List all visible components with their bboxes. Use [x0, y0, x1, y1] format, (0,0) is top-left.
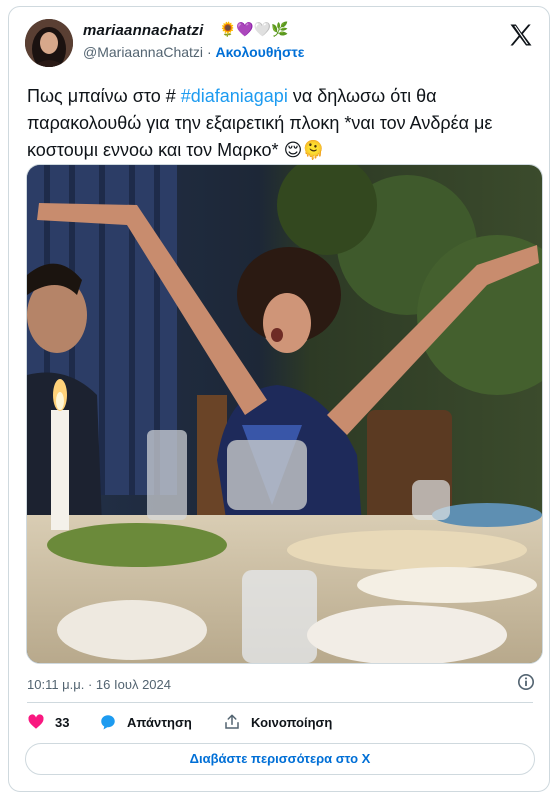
tweet-timestamp[interactable]: 10:11 μ.μ. · 16 Ιουλ 2024	[27, 677, 171, 692]
reply-bubble-icon	[101, 715, 115, 730]
author-display-name[interactable]: mariaannachatzi	[83, 22, 204, 39]
like-button[interactable]: 33	[27, 713, 69, 731]
share-button[interactable]: Κοινοποίηση	[223, 713, 332, 731]
tweet-card: mariaannachatzi 🌻💜🤍🌿 @MariaannaChatzi · …	[8, 6, 550, 792]
info-icon[interactable]	[517, 673, 535, 691]
reply-button[interactable]: Απάντηση	[99, 713, 192, 731]
tweet-text-before: Πως μπαίνω στο #	[27, 86, 181, 106]
x-logo-icon[interactable]	[507, 21, 535, 49]
share-label: Κοινοποίηση	[251, 714, 333, 730]
avatar[interactable]	[25, 19, 73, 67]
separator: ·	[206, 44, 212, 60]
share-icon	[225, 714, 239, 729]
follow-button[interactable]: Ακολουθήστε	[216, 44, 305, 60]
divider	[27, 702, 533, 703]
like-count: 33	[55, 714, 70, 730]
hashtag-link[interactable]: #diafaniagapi	[181, 86, 288, 106]
tweet-emojis: 😌🫠	[283, 140, 325, 161]
reply-label: Απάντηση	[127, 714, 192, 730]
heart-icon	[28, 714, 44, 729]
author-handle[interactable]: @MariaannaChatzi	[83, 44, 203, 60]
tweet-text: Πως μπαίνω στο # #diafaniagapi να δηλωσω…	[27, 83, 537, 164]
name-emojis: 🌻💜🤍🌿	[219, 22, 289, 38]
read-more-button[interactable]: Διαβάστε περισσότερα στο X	[25, 743, 535, 775]
tweet-photo[interactable]	[26, 164, 543, 664]
author-handle-line: @MariaannaChatzi · Ακολουθήστε	[83, 44, 304, 60]
